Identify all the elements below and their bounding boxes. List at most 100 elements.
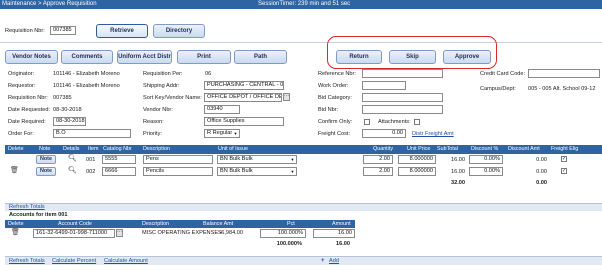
approve-button[interactable]: Approve	[443, 50, 491, 64]
acct-col-amount: Amount	[332, 221, 351, 227]
add-icon[interactable]: +	[321, 257, 325, 265]
vendor-notes-button[interactable]: Vendor Notes	[5, 50, 58, 64]
add-account-link[interactable]: Add	[329, 257, 339, 265]
priority-select[interactable]: R Regular ▼	[204, 129, 240, 138]
catalog-nbr-input[interactable]: 5555	[102, 155, 136, 164]
acct-col-description: Description	[142, 221, 169, 227]
shipping-addr-input[interactable]: PURCHASING - CENTRAL - 001	[204, 81, 284, 90]
refresh-totals-link[interactable]: Refresh Totals	[9, 257, 45, 265]
req-per-value: 06	[205, 71, 212, 77]
account-lookup-button[interactable]: ···	[116, 229, 123, 237]
session-timer: SessionTimer: 239 min and 51 sec	[258, 1, 351, 7]
search-icon[interactable]: 🔍︎	[68, 154, 77, 162]
bid-nbr-input[interactable]	[362, 105, 443, 114]
priority-value: R Regular	[207, 130, 233, 136]
items-subtotal-total: 32.00	[451, 180, 465, 186]
confirm-only-checkbox[interactable]	[364, 119, 370, 125]
work-order-input[interactable]	[362, 81, 406, 90]
subtotal-value: 16.00	[451, 169, 465, 175]
trash-icon[interactable]: 🗑︎	[10, 166, 19, 174]
vendor-nbr-input[interactable]: 03940	[204, 105, 240, 114]
unit-of-issue-select[interactable]: BN Bulk Bulk ▼	[217, 155, 297, 164]
account-code-input[interactable]: 161-32-6499-01-998-711000	[33, 229, 115, 238]
priority-label: Priority:	[143, 131, 162, 137]
quantity-input[interactable]: 2.00	[363, 167, 393, 176]
reference-nbr-input[interactable]	[362, 69, 443, 78]
calculate-percent-link[interactable]: Calculate Percent	[52, 257, 96, 265]
discount-pct-input[interactable]: 0.00%	[469, 167, 503, 176]
distr-freight-link[interactable]: Distr Freight Amt	[412, 130, 454, 138]
description-input[interactable]: Pens	[143, 155, 213, 164]
bid-category-label: Bid Category:	[318, 95, 352, 101]
subtotal-value: 16.00	[451, 157, 465, 163]
order-for-input[interactable]: B.O	[53, 129, 131, 138]
uniform-acct-distr-button[interactable]: Uniform Acct Distr	[117, 50, 172, 64]
req-nbr-detail-value: 007385	[53, 95, 72, 101]
quantity-input[interactable]: 2.00	[363, 155, 393, 164]
requestor-value: 101146 - Elizabeth Moreno	[53, 83, 120, 89]
credit-card-input[interactable]	[528, 69, 600, 78]
unit-price-input[interactable]: 8.000000	[398, 167, 436, 176]
credit-card-label: Credit Card Code:	[480, 71, 526, 77]
col-note: Note	[39, 146, 51, 152]
unit-of-issue-value: BN Bulk Bulk	[220, 156, 253, 162]
refresh-totals-link[interactable]: Refresh Totals	[9, 203, 45, 211]
col-details: Details	[63, 146, 80, 152]
accounts-grid-header: Delete Account Code Description Balance …	[5, 220, 355, 228]
campus-dept-value: 005 - 005 Alt. School 09-12	[528, 86, 596, 92]
vendor-lookup-button[interactable]: ···	[283, 93, 290, 101]
freight-cost-input[interactable]: 0.00	[362, 129, 406, 138]
discount-amt-value: 0.00	[536, 157, 547, 163]
pct-input[interactable]: 100.000%	[260, 229, 306, 238]
req-nbr-input[interactable]: 007385	[50, 26, 76, 35]
account-row: 🗑︎ 161-32-6499-01-998-711000 ··· MISC OP…	[5, 228, 355, 239]
freight-elig-checkbox[interactable]: ✓	[561, 168, 567, 174]
col-unit-of-issue: Unit of Issue	[218, 146, 248, 152]
retrieve-button[interactable]: Retrieve	[96, 24, 148, 38]
search-icon[interactable]: 🔍︎	[68, 166, 77, 174]
chevron-down-icon: ▼	[290, 169, 295, 174]
chevron-down-icon: ▼	[290, 157, 295, 162]
item-number: 002	[86, 169, 96, 175]
unit-price-input[interactable]: 8.000000	[398, 155, 436, 164]
acct-col-pct: Pct	[287, 221, 295, 227]
req-nbr-label: Requisition Nbr:	[5, 28, 45, 34]
divider	[0, 42, 602, 43]
accounts-amount-total: 16.00	[336, 241, 350, 247]
items-grid-header: Delete Note Details Item Catalog Nbr Des…	[5, 145, 602, 154]
amount-input[interactable]: 16.00	[313, 229, 355, 238]
unit-of-issue-value: BN Bulk Bulk	[220, 168, 253, 174]
originator-value: 101146 - Elizabeth Moreno	[53, 71, 120, 77]
discount-amt-value: 0.00	[536, 169, 547, 175]
sort-key-input[interactable]: OFFICE DEPOT / OFFICE DEPOT	[204, 93, 282, 102]
freight-elig-checkbox[interactable]: ✓	[561, 156, 567, 162]
return-button[interactable]: Return	[336, 50, 382, 64]
discount-pct-input[interactable]: 0.00%	[469, 155, 503, 164]
table-row: 🗑︎ Note 🔍︎ 002 6666 Pencils BN Bulk Bulk…	[5, 166, 602, 178]
attachments-checkbox[interactable]	[414, 119, 420, 125]
skip-button[interactable]: Skip	[389, 50, 436, 64]
calculate-amount-link[interactable]: Calculate Amount	[104, 257, 148, 265]
note-button[interactable]: Note	[36, 155, 56, 164]
page-title: Maintenance > Approve Requisition	[2, 1, 97, 7]
table-row: Note 🔍︎ 001 5555 Pens BN Bulk Bulk ▼ 2.0…	[5, 154, 602, 166]
bid-category-input[interactable]	[362, 93, 443, 102]
vendor-nbr-label: Vendor Nbr:	[143, 107, 173, 113]
reason-input[interactable]: Office Supplies	[204, 117, 284, 126]
col-catalog-nbr: Catalog Nbr	[103, 146, 132, 152]
path-button[interactable]: Path	[234, 50, 287, 64]
note-button[interactable]: Note	[36, 167, 56, 176]
acct-col-code: Account Code	[58, 221, 92, 227]
trash-icon[interactable]: 🗑︎	[11, 228, 20, 236]
col-freight-elig: Freight Elig	[551, 146, 579, 152]
description-input[interactable]: Pencils	[143, 167, 213, 176]
acct-col-delete: Delete	[8, 221, 24, 227]
comments-button[interactable]: Comments	[61, 50, 113, 64]
unit-of-issue-select[interactable]: BN Bulk Bulk ▼	[217, 167, 297, 176]
items-footer-bar	[5, 203, 602, 211]
catalog-nbr-input[interactable]: 6666	[102, 167, 136, 176]
directory-button[interactable]: Directory	[153, 24, 205, 38]
date-required-input[interactable]: 08-30-2018	[53, 117, 86, 126]
items-discount-total: 0.00	[536, 180, 547, 186]
print-button[interactable]: Print	[177, 50, 231, 64]
